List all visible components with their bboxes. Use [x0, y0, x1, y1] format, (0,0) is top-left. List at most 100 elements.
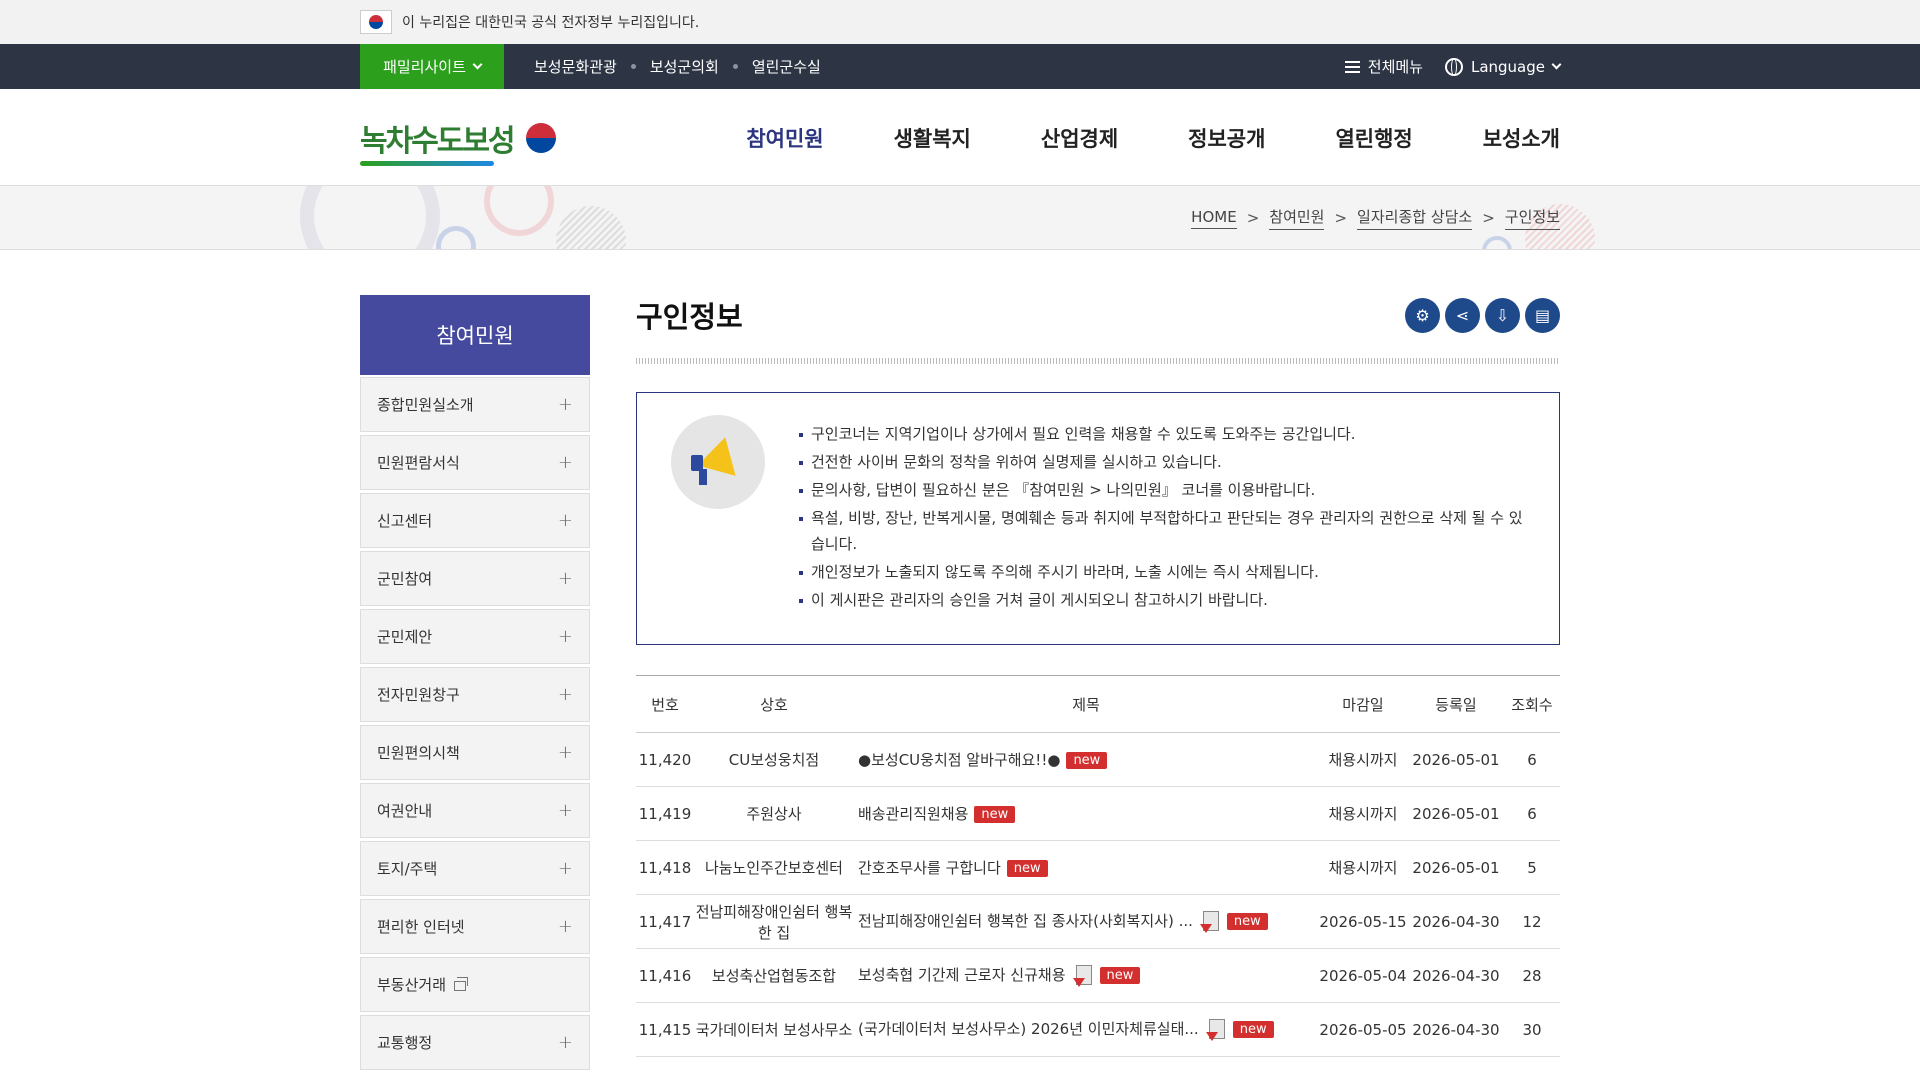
row-deadline: 2026-05-15	[1318, 894, 1408, 949]
row-subject-link[interactable]: (국가데이터처 보성사무소) 2026년 이민자체류실태...	[858, 1020, 1199, 1038]
new-badge: new	[1066, 752, 1108, 769]
row-views: 28	[1504, 948, 1560, 1003]
plus-icon: +	[557, 568, 573, 589]
sidebar-item[interactable]: 군민제안 +	[360, 609, 590, 664]
attachment-icon	[1199, 910, 1221, 933]
notice-item: 구인코너는 지역기업이나 상가에서 필요 인력을 채용할 수 있도록 도와주는 …	[799, 421, 1531, 447]
row-date: 2026-05-01	[1408, 786, 1504, 841]
title-divider	[636, 358, 1560, 364]
sidebar-item[interactable]: 편리한 인터넷 +	[360, 899, 590, 954]
site-logo[interactable]: 녹차수도보성	[360, 116, 556, 166]
row-company: 나눔노인주간보호센터	[694, 840, 854, 895]
row-date: 2026-04-30	[1408, 1002, 1504, 1057]
breadcrumb-home[interactable]: HOME	[1191, 208, 1237, 229]
share-icon[interactable]: ⋖	[1445, 297, 1480, 333]
gnb-welfare[interactable]: 생활복지	[894, 123, 971, 153]
row-date: 2026-04-30	[1408, 894, 1504, 949]
sidebar-item[interactable]: 여권안내 +	[360, 783, 590, 838]
row-subject-link[interactable]: 간호조무사를 구합니다	[858, 859, 1001, 877]
row-subject-link[interactable]: ●보성CU웅치점 알바구해요!!●	[858, 751, 1060, 769]
globe-icon	[1444, 57, 1463, 76]
table-row: 11,416 보성축산업협동조합 보성축협 기간제 근로자 신규채용 new 2026-…	[636, 948, 1560, 1003]
gov-banner-text: 이 누리집은 대한민국 공식 전자정부 누리집입니다.	[402, 15, 700, 31]
plus-icon: +	[557, 626, 573, 647]
all-menu-label: 전체메뉴	[1367, 58, 1423, 76]
notice-item: 이 게시판은 관리자의 승인을 거쳐 글이 게시되오니 참고하시기 바랍니다.	[799, 587, 1531, 613]
plus-icon: +	[557, 684, 573, 705]
row-date: 2026-05-01	[1408, 840, 1504, 895]
breadcrumb-job-center[interactable]: 일자리종합 상담소	[1357, 206, 1473, 230]
row-company: 국가데이터처 보성사무소	[694, 1002, 854, 1057]
plus-icon: +	[557, 1032, 573, 1053]
sidebar-item[interactable]: 민원편람서식 +	[360, 435, 590, 490]
new-badge: new	[1006, 860, 1048, 877]
row-number: 11,415	[636, 1002, 694, 1057]
row-number: 11,417	[636, 894, 694, 949]
row-number: 11,418	[636, 840, 694, 895]
row-subject-cell: 보성축협 기간제 근로자 신규채용 new	[854, 948, 1318, 1003]
settings-icon[interactable]: ⚙	[1405, 297, 1440, 333]
sidebar-item[interactable]: 부동산거래	[360, 957, 590, 1012]
gov-banner: 이 누리집은 대한민국 공식 전자정부 누리집입니다.	[0, 0, 1920, 44]
notice-list: 구인코너는 지역기업이나 상가에서 필요 인력을 채용할 수 있도록 도와주는 …	[799, 421, 1531, 644]
row-deadline: 2026-05-05	[1318, 1002, 1408, 1057]
new-badge: new	[1232, 1021, 1274, 1039]
table-row: 11,415 국가데이터처 보성사무소 (국가데이터처 보성사무소) 2026년 이…	[636, 1002, 1560, 1057]
sidebar-item[interactable]: 종합민원실소개 +	[360, 377, 590, 432]
sidebar-item[interactable]: 민원편의시책 +	[360, 725, 590, 780]
sidebar-item[interactable]: 군민참여 +	[360, 551, 590, 606]
plus-icon: +	[557, 510, 573, 531]
notice-box: 구인코너는 지역기업이나 상가에서 필요 인력을 채용할 수 있도록 도와주는 …	[636, 392, 1560, 645]
new-badge: new	[1226, 913, 1268, 931]
language-button[interactable]: Language	[1444, 57, 1562, 76]
row-subject-cell: (국가데이터처 보성사무소) 2026년 이민자체류실태... new	[854, 1002, 1318, 1057]
row-subject-cell: ●보성CU웅치점 알바구해요!!● new	[854, 732, 1318, 787]
family-site-label: 패밀리사이트	[383, 58, 466, 76]
top-link-mayor[interactable]: 열린군수실	[752, 56, 821, 77]
new-window-icon	[454, 977, 469, 991]
breadcrumb-band: HOME > 참여민원 > 일자리종합 상담소 > 구인정보	[0, 186, 1920, 250]
row-deadline: 채용시까지	[1318, 732, 1408, 787]
breadcrumb-participation[interactable]: 참여민원	[1269, 206, 1325, 230]
side-nav-title: 참여민원	[360, 295, 590, 375]
gnb-info[interactable]: 정보공개	[1188, 123, 1265, 153]
sidebar-item[interactable]: 신고센터 +	[360, 493, 590, 548]
row-company: CU보성웅치점	[694, 732, 854, 787]
plus-icon: +	[557, 394, 573, 415]
hamburger-icon	[1344, 60, 1360, 73]
all-menu-button[interactable]: 전체메뉴	[1344, 56, 1423, 77]
download-icon[interactable]: ⇩	[1485, 297, 1520, 333]
top-link-council[interactable]: 보성군의회	[650, 56, 719, 77]
row-views: 12	[1504, 894, 1560, 949]
breadcrumb-current[interactable]: 구인정보	[1504, 206, 1560, 230]
new-badge: new	[974, 806, 1016, 823]
sidebar-item[interactable]: 토지/주택 +	[360, 841, 590, 896]
row-company: 보성축산업협동조합	[694, 948, 854, 1003]
gnb-admin[interactable]: 열린행정	[1335, 123, 1412, 153]
separator-dot	[630, 64, 636, 69]
print-icon[interactable]: ▤	[1525, 297, 1560, 333]
attachment-icon	[1205, 1018, 1227, 1041]
chevron-down-icon	[472, 59, 483, 70]
row-subject-link[interactable]: 배송관리직원채용	[858, 805, 968, 823]
top-link-culture[interactable]: 보성문화관광	[534, 56, 617, 77]
megaphone-icon	[671, 415, 765, 509]
notice-item: 건전한 사이버 문화의 정착을 위하여 실명제를 실시하고 있습니다.	[799, 449, 1531, 475]
row-deadline: 채용시까지	[1318, 840, 1408, 895]
gnb-economy[interactable]: 산업경제	[1041, 123, 1118, 153]
page-title: 구인정보	[636, 300, 743, 334]
new-badge: new	[1099, 967, 1141, 985]
plus-icon: +	[557, 858, 573, 879]
plus-icon: +	[557, 800, 573, 821]
family-site-dropdown[interactable]: 패밀리사이트	[360, 44, 504, 89]
sidebar-item[interactable]: 교통행정 +	[360, 1015, 590, 1070]
row-company: 전남피해장애인쉼터 행복한 집	[694, 894, 854, 949]
sidebar-item[interactable]: 전자민원창구 +	[360, 667, 590, 722]
main-content: 구인정보 ⚙ ⋖ ⇩ ▤ 구인코너는 지역기업이나 상가에서 필요 인력을 채용…	[636, 295, 1560, 1073]
gnb-participation[interactable]: 참여민원	[746, 123, 823, 153]
plus-icon: +	[557, 452, 573, 473]
row-subject-link[interactable]: 전남피해장애인쉼터 행복한 집 종사자(사회복지사) ...	[858, 912, 1193, 930]
row-deadline: 채용시까지	[1318, 786, 1408, 841]
gnb-about[interactable]: 보성소개	[1483, 123, 1560, 153]
row-subject-link[interactable]: 보성축협 기간제 근로자 신규채용	[858, 966, 1066, 984]
